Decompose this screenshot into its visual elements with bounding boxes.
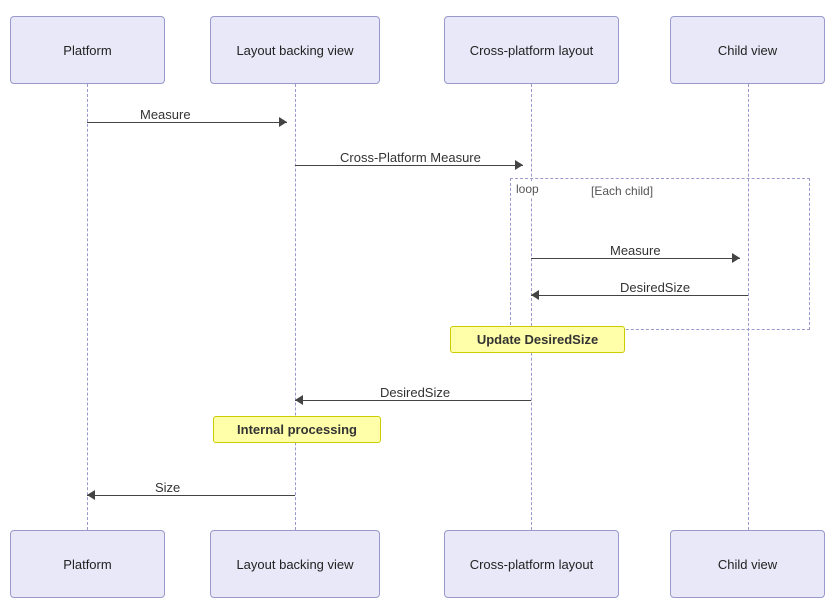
lifeline-line-layout-backing (295, 84, 296, 530)
action-internal-processing: Internal processing (213, 416, 381, 443)
lifeline-child-view-top: Child view (670, 16, 825, 84)
lifeline-layout-backing-top: Layout backing view (210, 16, 380, 84)
arrow-label-cross-platform-measure: Cross-Platform Measure (340, 150, 481, 165)
action-update-desired: Update DesiredSize (450, 326, 625, 353)
loop-label: loop (513, 181, 542, 197)
arrow-label-size: Size (155, 480, 180, 495)
lifeline-child-view-bottom: Child view (670, 530, 825, 598)
lifeline-cross-platform-top: Cross-platform layout (444, 16, 619, 84)
arrow-label-measure2: Measure (610, 243, 661, 258)
diagram-container: Platform Layout backing view Cross-platf… (0, 0, 835, 613)
lifeline-line-platform (87, 84, 88, 530)
loop-condition: [Each child] (591, 184, 653, 198)
lifeline-platform-top: Platform (10, 16, 165, 84)
lifeline-cross-platform-bottom: Cross-platform layout (444, 530, 619, 598)
arrow-label-desired-size2: DesiredSize (380, 385, 450, 400)
lifeline-layout-backing-bottom: Layout backing view (210, 530, 380, 598)
arrow-label-desired-size1: DesiredSize (620, 280, 690, 295)
arrow-label-measure1: Measure (140, 107, 191, 122)
lifeline-platform-bottom: Platform (10, 530, 165, 598)
